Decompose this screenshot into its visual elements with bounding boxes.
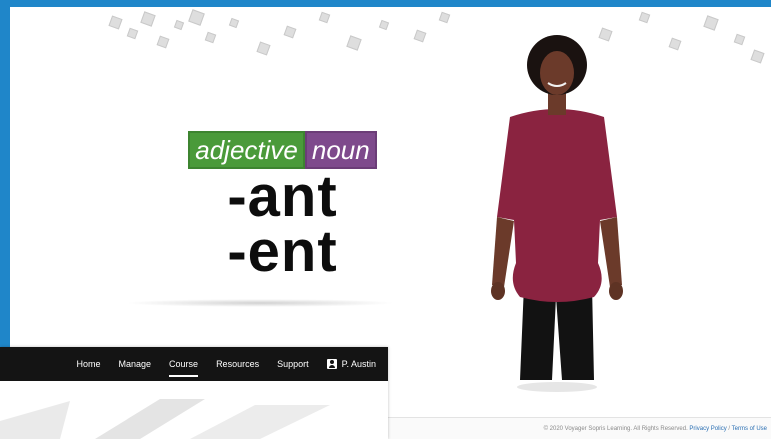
nav-resources[interactable]: Resources xyxy=(216,347,259,381)
presenter-figure xyxy=(491,35,623,392)
user-name: P. Austin xyxy=(341,359,376,369)
terms-link[interactable]: Terms of Use xyxy=(732,426,767,432)
suffix-ant: -ant xyxy=(227,164,338,229)
course-window: Home Manage Course Resources Support P. … xyxy=(0,347,388,439)
floor-shadow xyxy=(125,299,395,307)
word-card: adjective noun -ant -ent xyxy=(170,131,395,284)
footer-copyright: © 2020 Voyager Sopris Learning. All Righ… xyxy=(543,426,688,432)
nav-course[interactable]: Course xyxy=(169,347,199,381)
top-navbar: Home Manage Course Resources Support P. … xyxy=(0,347,388,381)
user-menu[interactable]: P. Austin xyxy=(326,347,376,381)
suffix-ent: -ent xyxy=(227,219,338,284)
nav-support[interactable]: Support xyxy=(277,347,309,381)
nav-home[interactable]: Home xyxy=(77,347,101,381)
user-icon xyxy=(326,359,337,369)
privacy-link[interactable]: Privacy Policy xyxy=(689,426,726,432)
decorative-cubes xyxy=(80,7,770,67)
logo-watermark xyxy=(0,399,330,439)
nav-manage[interactable]: Manage xyxy=(119,347,152,381)
